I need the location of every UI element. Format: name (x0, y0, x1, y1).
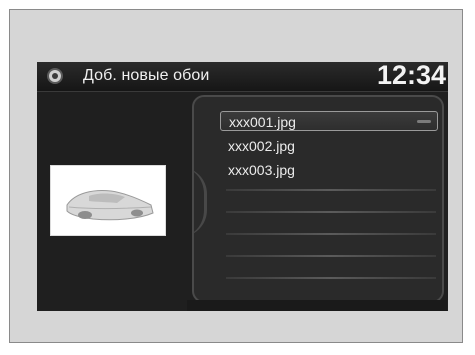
selection-indicator-icon (417, 120, 431, 123)
file-name: xxx001.jpg (229, 114, 296, 130)
list-item[interactable]: xxx003.jpg (220, 160, 438, 180)
settings-icon (49, 70, 61, 82)
clock-time: 12:34 (376, 62, 446, 90)
wallpaper-preview (50, 165, 166, 236)
list-item-selected[interactable]: xxx001.jpg (220, 111, 438, 131)
screen-bottom-bar (187, 300, 447, 311)
infotainment-screen: Доб. новые обои 12:34 xxx001.jpg xxx002.… (37, 62, 448, 311)
empty-list-row (226, 255, 436, 257)
header-bar: Доб. новые обои 12:34 (37, 62, 448, 92)
empty-list-row (226, 211, 436, 213)
file-list-panel: xxx001.jpg xxx002.jpg xxx003.jpg (192, 95, 444, 303)
car-thumbnail-icon (66, 190, 154, 221)
empty-list-row (226, 233, 436, 235)
file-name: xxx002.jpg (228, 138, 295, 154)
empty-list-row (226, 277, 436, 279)
page-title: Доб. новые обои (83, 67, 210, 84)
file-name: xxx003.jpg (228, 162, 295, 178)
list-item[interactable]: xxx002.jpg (220, 136, 438, 156)
empty-list-row (226, 189, 436, 191)
